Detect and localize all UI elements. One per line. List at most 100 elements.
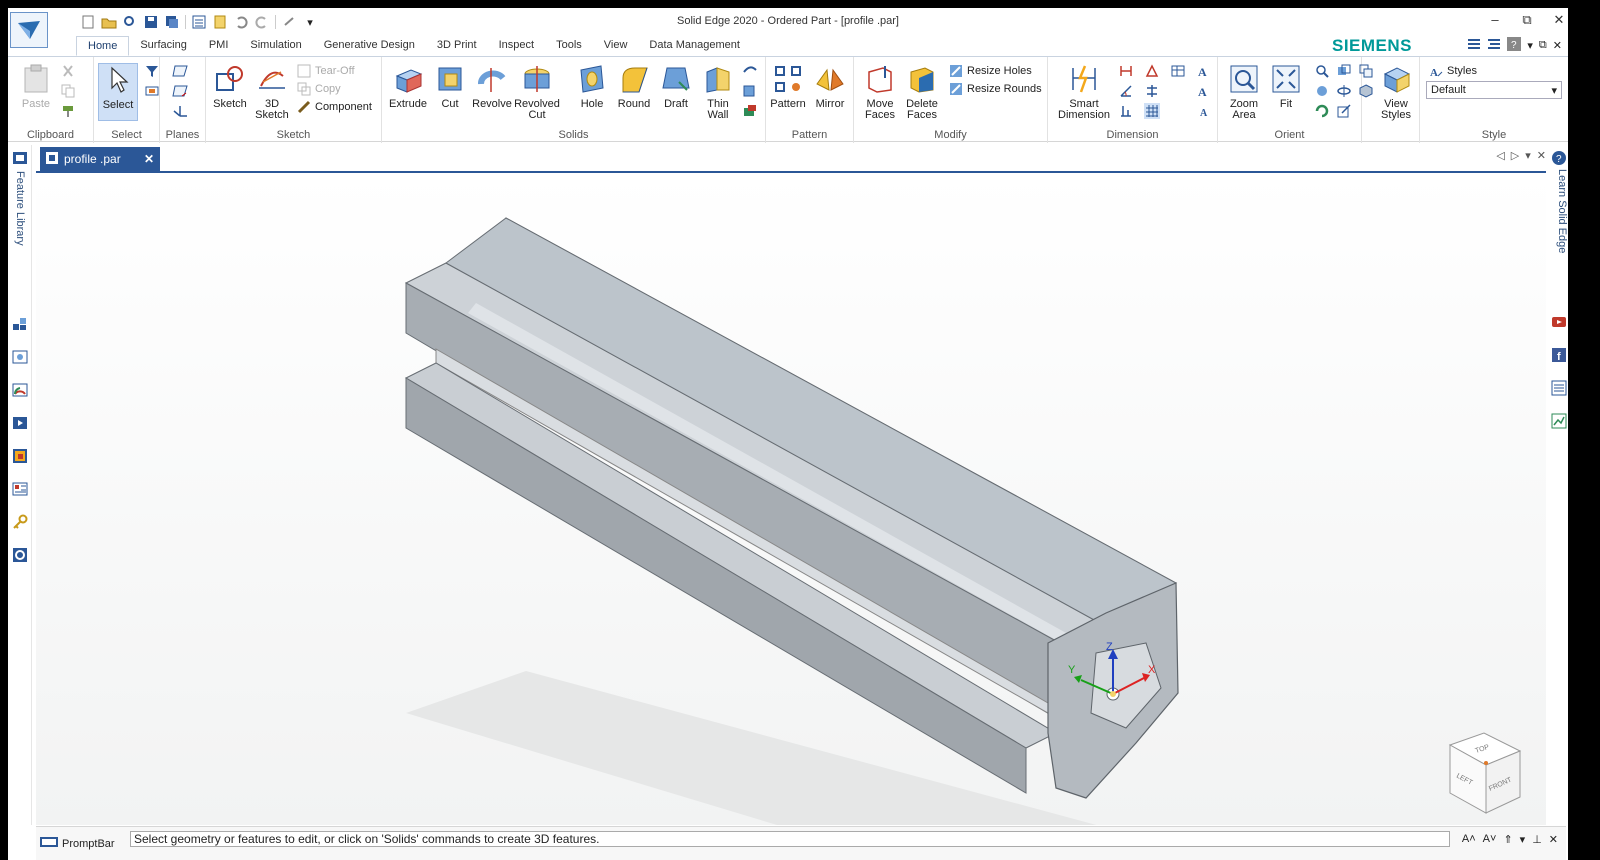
styles-button[interactable]: A Styles bbox=[1428, 63, 1477, 79]
properties-panel-icon[interactable] bbox=[11, 480, 29, 498]
resize-rounds-button[interactable]: Resize Rounds bbox=[948, 81, 1042, 97]
variable-table-icon[interactable] bbox=[1170, 63, 1186, 79]
select-filter-icon[interactable] bbox=[144, 63, 160, 79]
copy-clip-icon[interactable] bbox=[60, 83, 76, 99]
doc-close-icon[interactable]: ✕ bbox=[1553, 39, 1562, 52]
key-icon[interactable] bbox=[11, 513, 29, 531]
solids-more-2-icon[interactable] bbox=[742, 83, 758, 99]
view-styles-button[interactable]: View Styles bbox=[1376, 63, 1416, 121]
paste-button[interactable]: Paste bbox=[16, 63, 56, 110]
scroll-right-icon[interactable]: ▷ bbox=[1511, 149, 1519, 162]
tutorials-icon[interactable] bbox=[1550, 412, 1568, 430]
tab-surfacing[interactable]: Surfacing bbox=[129, 36, 197, 56]
relate-icon[interactable] bbox=[1144, 63, 1160, 79]
coordinate-dim-icon[interactable] bbox=[1118, 103, 1134, 119]
font-down-icon[interactable]: A˅ bbox=[1483, 833, 1497, 846]
facebook-icon[interactable]: f bbox=[1550, 346, 1568, 364]
view-manager-icon[interactable] bbox=[11, 414, 29, 432]
close-document-icon[interactable]: ✕ bbox=[1537, 149, 1546, 162]
youtube-icon[interactable] bbox=[1550, 313, 1568, 331]
thin-wall-button[interactable]: Thin Wall bbox=[698, 63, 738, 121]
fit-button[interactable]: Fit bbox=[1266, 63, 1306, 110]
text-style-2-icon[interactable]: A bbox=[1196, 83, 1212, 99]
text-style-1-icon[interactable]: A bbox=[1196, 63, 1212, 79]
spin-about-icon[interactable] bbox=[1336, 83, 1352, 99]
pathfinder-icon[interactable] bbox=[11, 315, 29, 333]
cut-button[interactable]: Cut bbox=[430, 63, 470, 110]
smart-dimension-button[interactable]: Smart Dimension bbox=[1056, 63, 1112, 121]
cut-clip-icon[interactable] bbox=[60, 63, 76, 79]
collapse-icon[interactable]: ⇑ bbox=[1503, 833, 1512, 846]
solids-more-3-icon[interactable] bbox=[742, 103, 758, 119]
coordinate-system-icon[interactable] bbox=[172, 103, 188, 119]
round-button[interactable]: Round bbox=[614, 63, 654, 110]
document-tab[interactable]: profile .par ✕ bbox=[40, 147, 160, 171]
pan-icon[interactable] bbox=[1314, 83, 1330, 99]
close-button[interactable]: ✕ bbox=[1550, 12, 1568, 28]
prompt-close-icon[interactable]: ✕ bbox=[1549, 833, 1558, 846]
close-icon[interactable]: ✕ bbox=[144, 152, 154, 166]
format-painter-icon[interactable] bbox=[60, 103, 76, 119]
select-button[interactable]: Select bbox=[98, 63, 138, 121]
draft-button[interactable]: Draft bbox=[656, 63, 696, 110]
extrude-button[interactable]: Extrude bbox=[388, 63, 428, 110]
solids-more-1-icon[interactable] bbox=[742, 63, 758, 79]
graphics-window[interactable]: Z X Y TOP LEFT FRONT bbox=[36, 171, 1546, 825]
angle-between-icon[interactable] bbox=[1118, 83, 1134, 99]
copy-button[interactable]: Copy bbox=[296, 81, 341, 97]
hole-button[interactable]: Hole bbox=[572, 63, 612, 110]
color-manager-icon[interactable] bbox=[11, 447, 29, 465]
plane-icon[interactable] bbox=[172, 63, 188, 79]
resize-holes-button[interactable]: Resize Holes bbox=[948, 63, 1032, 79]
plane-offset-icon[interactable] bbox=[172, 83, 188, 99]
tab-home[interactable]: Home bbox=[76, 36, 130, 56]
symmetric-icon[interactable] bbox=[1144, 83, 1160, 99]
learn-solid-edge-tab[interactable]: Learn Solid Edge bbox=[1556, 169, 1568, 253]
select-tools-icon[interactable] bbox=[144, 83, 160, 99]
mirror-button[interactable]: Mirror bbox=[810, 63, 850, 110]
tab-tools[interactable]: Tools bbox=[545, 36, 593, 56]
grid-dim-icon[interactable] bbox=[1144, 103, 1160, 119]
sensors-icon[interactable] bbox=[11, 381, 29, 399]
sketch-view-icon[interactable] bbox=[1336, 103, 1352, 119]
scroll-left-icon[interactable]: ◁ bbox=[1496, 149, 1504, 162]
component-button[interactable]: Component bbox=[296, 99, 372, 115]
revolve-button[interactable]: Revolve bbox=[472, 63, 512, 110]
settings-icon[interactable] bbox=[11, 546, 29, 564]
doc-restore-icon[interactable]: ⧉ bbox=[1539, 39, 1547, 52]
pin-icon[interactable]: ⊥ bbox=[1532, 833, 1542, 846]
tab-simulation[interactable]: Simulation bbox=[239, 36, 312, 56]
tear-off-button[interactable]: Tear-Off bbox=[296, 63, 355, 79]
layout-alt-icon[interactable] bbox=[1487, 38, 1501, 53]
tab-data-management[interactable]: Data Management bbox=[638, 36, 751, 56]
restore-button[interactable]: ⧉ bbox=[1518, 12, 1536, 28]
sketch-button[interactable]: Sketch bbox=[210, 63, 250, 110]
tab-3d-print[interactable]: 3D Print bbox=[426, 36, 488, 56]
pattern-button[interactable]: Pattern bbox=[768, 63, 808, 110]
minimize-button[interactable]: – bbox=[1486, 12, 1504, 28]
text-style-3-icon[interactable]: A bbox=[1196, 103, 1212, 119]
tab-inspect[interactable]: Inspect bbox=[488, 36, 545, 56]
move-faces-button[interactable]: Move Faces bbox=[860, 63, 900, 121]
rotate-icon[interactable] bbox=[1314, 103, 1330, 119]
delete-faces-button[interactable]: Delete Faces bbox=[902, 63, 942, 121]
tab-generative-design[interactable]: Generative Design bbox=[313, 36, 426, 56]
dropdown-icon[interactable]: ▾ bbox=[1520, 833, 1526, 846]
tab-pmi[interactable]: PMI bbox=[198, 36, 240, 56]
named-views-icon[interactable] bbox=[1336, 63, 1352, 79]
revolved-cut-button[interactable]: Revolved Cut bbox=[514, 63, 560, 121]
view-cube[interactable]: TOP LEFT FRONT bbox=[1448, 732, 1522, 814]
tab-view[interactable]: View bbox=[593, 36, 639, 56]
layout-icon[interactable] bbox=[1467, 38, 1481, 53]
3d-sketch-button[interactable]: 3D Sketch bbox=[252, 63, 292, 121]
news-feed-icon[interactable] bbox=[1550, 379, 1568, 397]
feature-library-icon[interactable] bbox=[11, 149, 29, 167]
zoom-icon[interactable] bbox=[1314, 63, 1330, 79]
tab-list-icon[interactable]: ▾ bbox=[1525, 149, 1531, 162]
style-dropdown[interactable]: Default ▾ bbox=[1426, 81, 1562, 99]
layers-icon[interactable] bbox=[11, 348, 29, 366]
help-icon[interactable]: ? bbox=[1507, 37, 1522, 54]
learn-help-icon[interactable]: ? bbox=[1550, 149, 1568, 167]
feature-library-tab[interactable]: Feature Library bbox=[14, 171, 26, 246]
zoom-area-button[interactable]: Zoom Area bbox=[1224, 63, 1264, 121]
